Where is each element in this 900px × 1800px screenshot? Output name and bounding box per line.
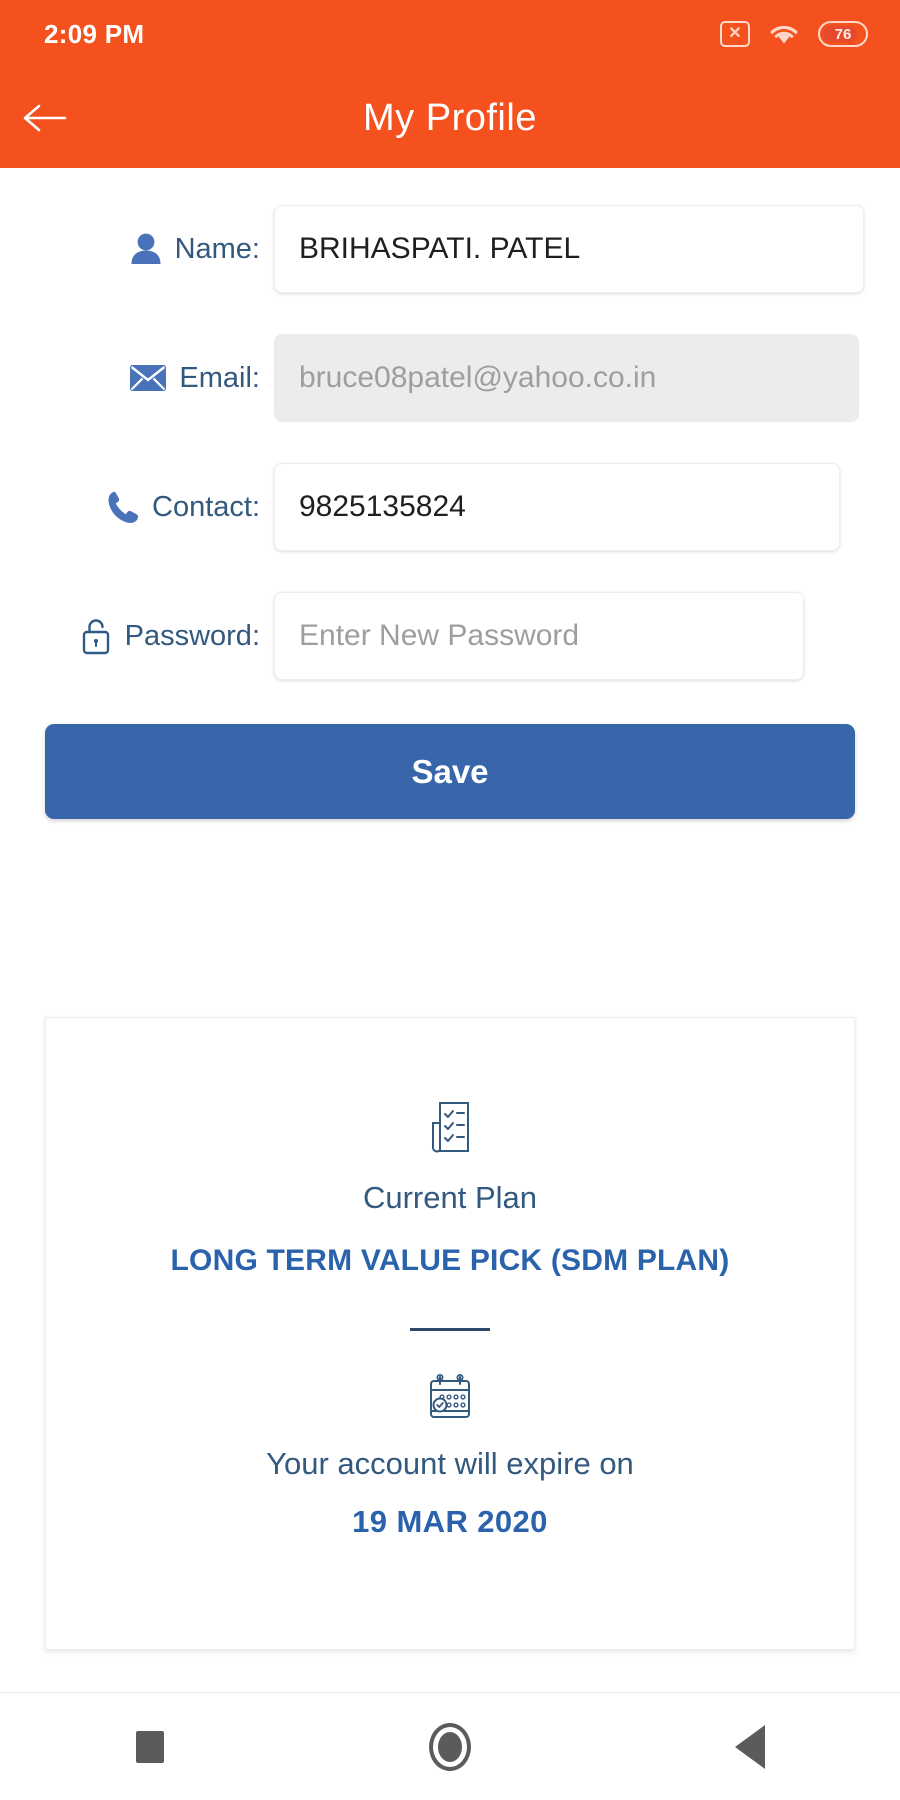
name-label-group: Name: — [0, 231, 260, 267]
phone-icon — [106, 489, 140, 525]
contact-input[interactable]: 9825135824 — [274, 463, 840, 551]
android-nav-bar — [0, 1692, 900, 1800]
lock-open-icon — [79, 616, 113, 656]
password-label-group: Password: — [0, 616, 260, 656]
sim-x-icon: ✕ — [720, 21, 750, 47]
contact-label: Contact: — [152, 490, 260, 523]
password-label: Password: — [124, 619, 260, 652]
back-nav-button[interactable] — [600, 1724, 900, 1769]
wifi-icon — [770, 25, 798, 44]
current-plan-caption: Current Plan — [362, 1180, 538, 1215]
expiry-date: 19 MAR 2020 — [352, 1504, 548, 1539]
form-row-name: Name: BRIHASPATI. PATEL — [0, 205, 900, 293]
battery-level-text: 76 — [834, 25, 852, 43]
contact-label-group: Contact: — [0, 489, 260, 525]
password-input[interactable]: Enter New Password — [274, 592, 804, 680]
status-icon-group: ✕ 76 — [720, 21, 868, 47]
app-bar: My Profile — [0, 68, 900, 168]
checklist-document-icon — [423, 1097, 477, 1162]
battery-icon: 76 — [818, 21, 868, 47]
expiry-message: Your account will expire on — [266, 1446, 634, 1481]
triangle-back-icon — [735, 1724, 765, 1769]
page-title: My Profile — [363, 96, 537, 139]
circle-home-icon — [429, 1722, 471, 1771]
email-label-group: Email: — [0, 362, 260, 395]
envelope-icon — [129, 363, 167, 393]
calendar-check-icon — [423, 1373, 477, 1430]
current-plan-card: Current Plan LONG TERM VALUE PICK (SDM P… — [45, 1017, 855, 1650]
form-row-password: Password: Enter New Password — [0, 592, 900, 680]
save-button[interactable]: Save — [45, 724, 855, 819]
email-label: Email: — [179, 361, 260, 394]
person-icon — [129, 231, 163, 267]
email-input: bruce08patel@yahoo.co.in — [274, 334, 859, 422]
name-input[interactable]: BRIHASPATI. PATEL — [274, 205, 864, 293]
status-time: 2:09 PM — [44, 18, 145, 49]
status-bar: 2:09 PM ✕ 76 — [0, 0, 900, 68]
card-divider — [410, 1328, 490, 1331]
current-plan-name: LONG TERM VALUE PICK (SDM PLAN) — [170, 1244, 730, 1277]
name-label: Name: — [174, 232, 260, 265]
recents-button[interactable] — [0, 1730, 300, 1763]
form-row-contact: Contact: 9825135824 — [0, 463, 900, 551]
profile-content: Name: BRIHASPATI. PATEL Email: bruce08pa… — [0, 168, 900, 1692]
form-row-email: Email: bruce08patel@yahoo.co.in — [0, 334, 900, 422]
square-recents-icon — [136, 1730, 164, 1763]
sim-x-glyph: ✕ — [728, 25, 742, 42]
home-button[interactable] — [300, 1722, 600, 1771]
